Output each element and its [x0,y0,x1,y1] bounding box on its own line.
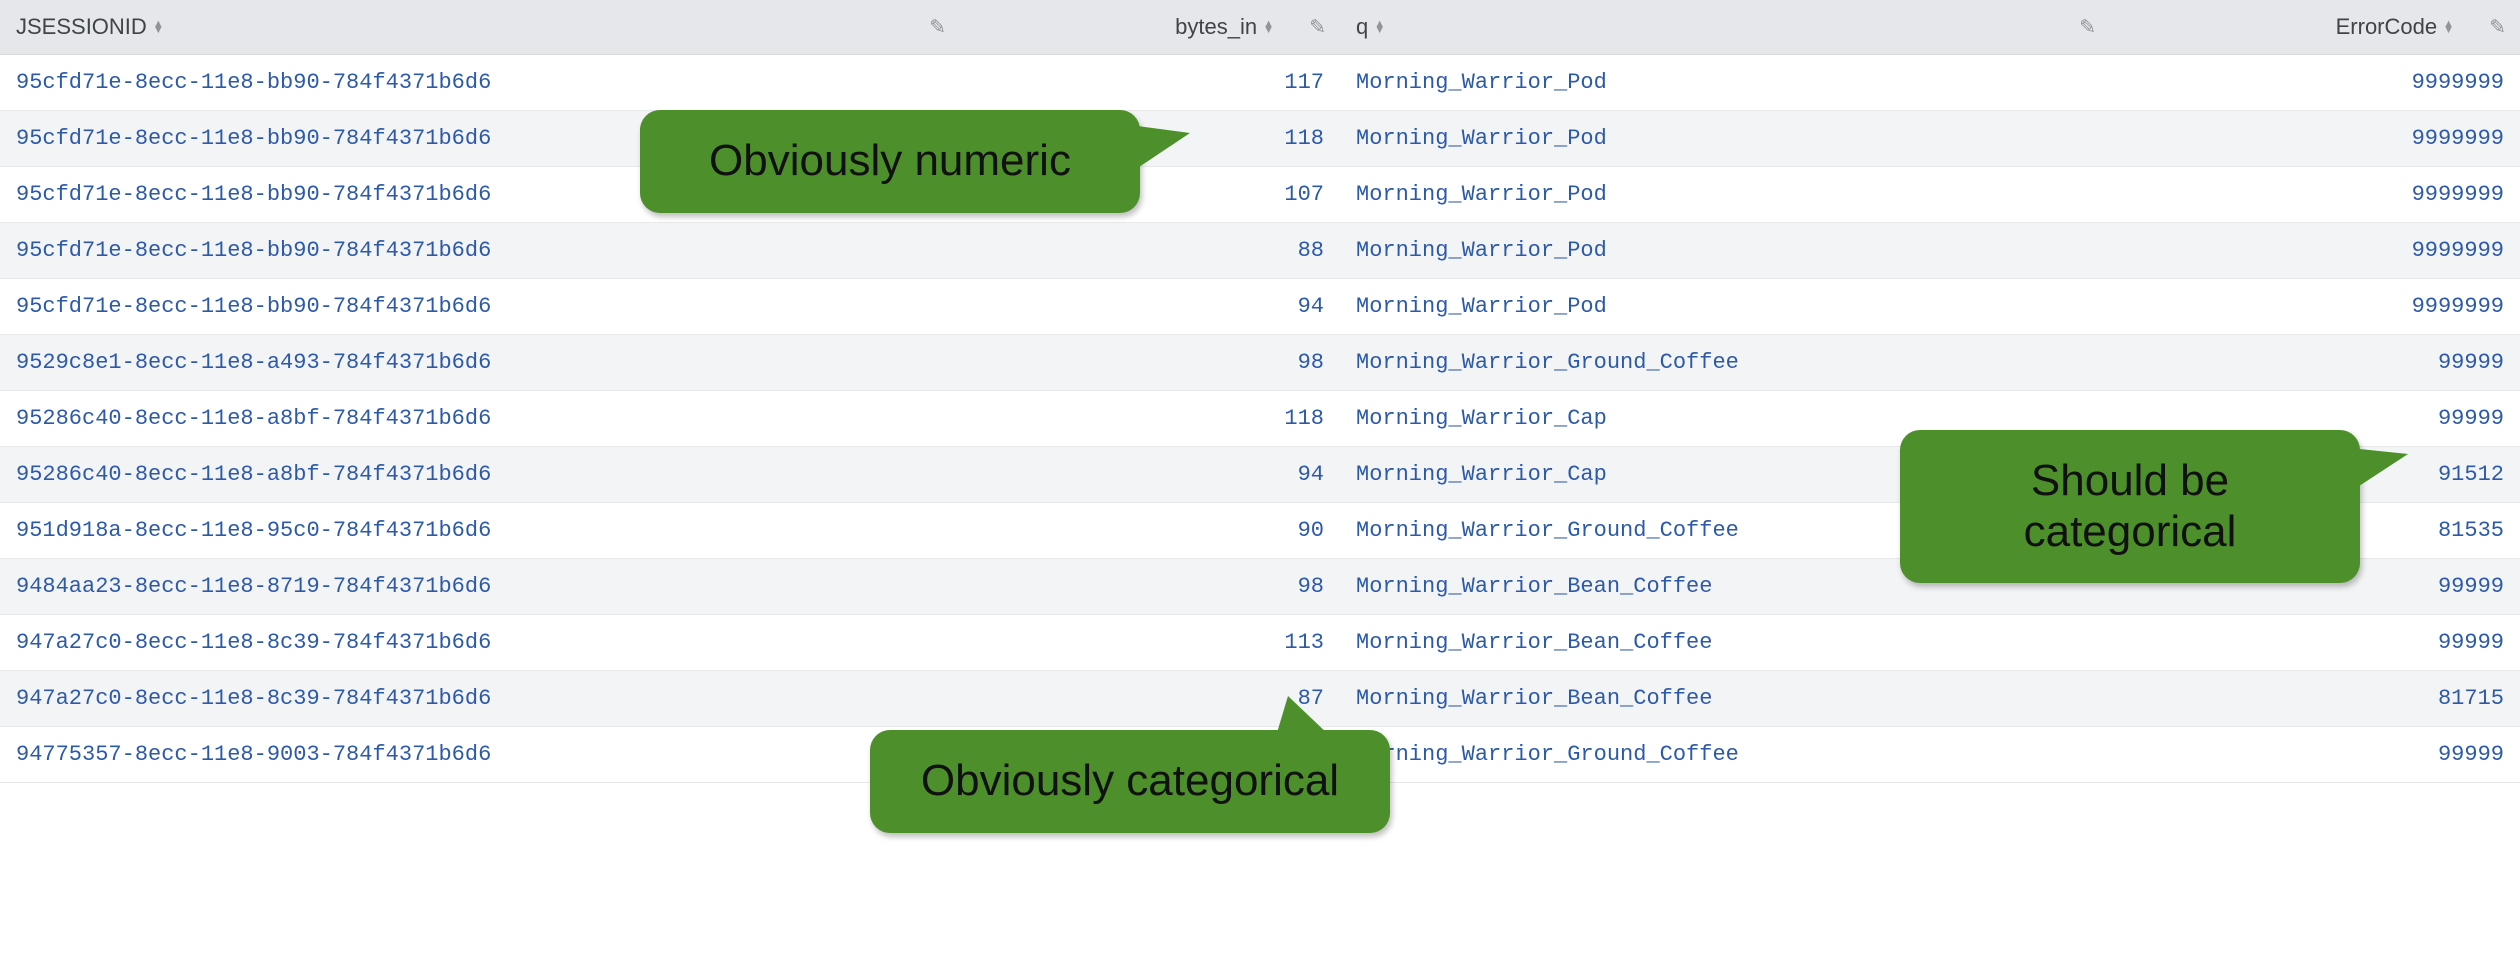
cell-jsessionid[interactable]: 95cfd71e-8ecc-11e8-bb90-784f4371b6d6 [0,223,960,279]
cell-errorcode[interactable]: 9999999 [2110,167,2520,223]
cell-errorcode[interactable]: 9999999 [2110,55,2520,111]
table-body: 95cfd71e-8ecc-11e8-bb90-784f4371b6d6117M… [0,55,2520,783]
cell-errorcode[interactable]: 99999 [2110,615,2520,671]
cell-jsessionid[interactable]: 9529c8e1-8ecc-11e8-a493-784f4371b6d6 [0,335,960,391]
column-header-q[interactable]: q ▲▼ ✎ [1340,0,2110,55]
cell-errorcode[interactable]: 81715 [2110,671,2520,727]
cell-bytes-in[interactable]: 117 [960,55,1340,111]
cell-bytes-in[interactable]: 118 [960,391,1340,447]
cell-bytes-in[interactable]: 98 [960,559,1340,615]
cell-jsessionid[interactable]: 95286c40-8ecc-11e8-a8bf-784f4371b6d6 [0,391,960,447]
table-row[interactable]: 95cfd71e-8ecc-11e8-bb90-784f4371b6d6117M… [0,55,2520,111]
table-row[interactable]: 95cfd71e-8ecc-11e8-bb90-784f4371b6d6118M… [0,111,2520,167]
table-row[interactable]: 947a27c0-8ecc-11e8-8c39-784f4371b6d6113M… [0,615,2520,671]
table-row[interactable]: 95cfd71e-8ecc-11e8-bb90-784f4371b6d6107M… [0,167,2520,223]
column-label: ErrorCode [2336,14,2437,40]
column-label: bytes_in [1175,14,1257,40]
callout-should-be-categorical: Should be categorical [1900,430,2360,583]
cell-q[interactable]: Morning_Warrior_Pod [1340,167,2110,223]
cell-bytes-in[interactable]: 94 [960,447,1340,503]
column-header-jsessionid[interactable]: JSESSIONID ▲▼ ✎ [0,0,960,55]
cell-bytes-in[interactable]: 94 [960,279,1340,335]
pencil-icon[interactable]: ✎ [2489,15,2506,40]
cell-jsessionid[interactable]: 95cfd71e-8ecc-11e8-bb90-784f4371b6d6 [0,279,960,335]
sort-icon[interactable]: ▲▼ [1374,21,1385,33]
cell-jsessionid[interactable]: 947a27c0-8ecc-11e8-8c39-784f4371b6d6 [0,615,960,671]
callout-text: Should be categorical [2024,456,2237,556]
column-label: JSESSIONID [16,14,147,40]
data-table: JSESSIONID ▲▼ ✎ bytes_in ▲▼ ✎ q ▲▼ ✎ [0,0,2520,783]
column-label: q [1356,14,1368,40]
cell-jsessionid[interactable]: 9484aa23-8ecc-11e8-8719-784f4371b6d6 [0,559,960,615]
cell-q[interactable]: Morning_Warrior_Ground_Coffee [1340,335,2110,391]
cell-jsessionid[interactable]: 95cfd71e-8ecc-11e8-bb90-784f4371b6d6 [0,55,960,111]
callout-text: Obviously categorical [921,756,1339,805]
sort-icon[interactable]: ▲▼ [153,21,164,33]
sort-icon[interactable]: ▲▼ [2443,21,2454,33]
column-header-errorcode[interactable]: ErrorCode ▲▼ ✎ [2110,0,2520,55]
cell-jsessionid[interactable]: 95286c40-8ecc-11e8-a8bf-784f4371b6d6 [0,447,960,503]
cell-bytes-in[interactable]: 88 [960,223,1340,279]
cell-bytes-in[interactable]: 98 [960,335,1340,391]
callout-tail [1130,125,1190,173]
pencil-icon[interactable]: ✎ [2079,15,2096,40]
cell-q[interactable]: Morning_Warrior_Bean_Coffee [1340,671,2110,727]
cell-errorcode[interactable]: 99999 [2110,335,2520,391]
cell-errorcode[interactable]: 9999999 [2110,223,2520,279]
cell-jsessionid[interactable]: 951d918a-8ecc-11e8-95c0-784f4371b6d6 [0,503,960,559]
pencil-icon[interactable]: ✎ [1309,15,1326,40]
cell-bytes-in[interactable]: 113 [960,615,1340,671]
callout-obviously-numeric: Obviously numeric [640,110,1140,213]
cell-q[interactable]: Morning_Warrior_Bean_Coffee [1340,615,2110,671]
callout-text: Obviously numeric [709,136,1071,185]
cell-q[interactable]: Morning_Warrior_Pod [1340,279,2110,335]
pencil-icon[interactable]: ✎ [929,15,946,40]
cell-q[interactable]: Morning_Warrior_Pod [1340,55,2110,111]
cell-jsessionid[interactable]: 94775357-8ecc-11e8-9003-784f4371b6d6 [0,727,960,783]
table-header-row: JSESSIONID ▲▼ ✎ bytes_in ▲▼ ✎ q ▲▼ ✎ [0,0,2520,55]
cell-errorcode[interactable]: 9999999 [2110,279,2520,335]
callout-tail [2350,448,2408,492]
table-row[interactable]: 947a27c0-8ecc-11e8-8c39-784f4371b6d687Mo… [0,671,2520,727]
callout-tail [1276,696,1330,736]
callout-obviously-categorical: Obviously categorical [870,730,1390,833]
cell-bytes-in[interactable]: 90 [960,503,1340,559]
cell-q[interactable]: Morning_Warrior_Ground_Coffee [1340,727,2110,783]
cell-q[interactable]: Morning_Warrior_Pod [1340,111,2110,167]
cell-errorcode[interactable]: 99999 [2110,727,2520,783]
sort-icon[interactable]: ▲▼ [1263,21,1274,33]
cell-errorcode[interactable]: 9999999 [2110,111,2520,167]
table-row[interactable]: 9529c8e1-8ecc-11e8-a493-784f4371b6d698Mo… [0,335,2520,391]
cell-jsessionid[interactable]: 947a27c0-8ecc-11e8-8c39-784f4371b6d6 [0,671,960,727]
table-row[interactable]: 95cfd71e-8ecc-11e8-bb90-784f4371b6d688Mo… [0,223,2520,279]
column-header-bytes-in[interactable]: bytes_in ▲▼ ✎ [960,0,1340,55]
table-row[interactable]: 95cfd71e-8ecc-11e8-bb90-784f4371b6d694Mo… [0,279,2520,335]
cell-q[interactable]: Morning_Warrior_Pod [1340,223,2110,279]
